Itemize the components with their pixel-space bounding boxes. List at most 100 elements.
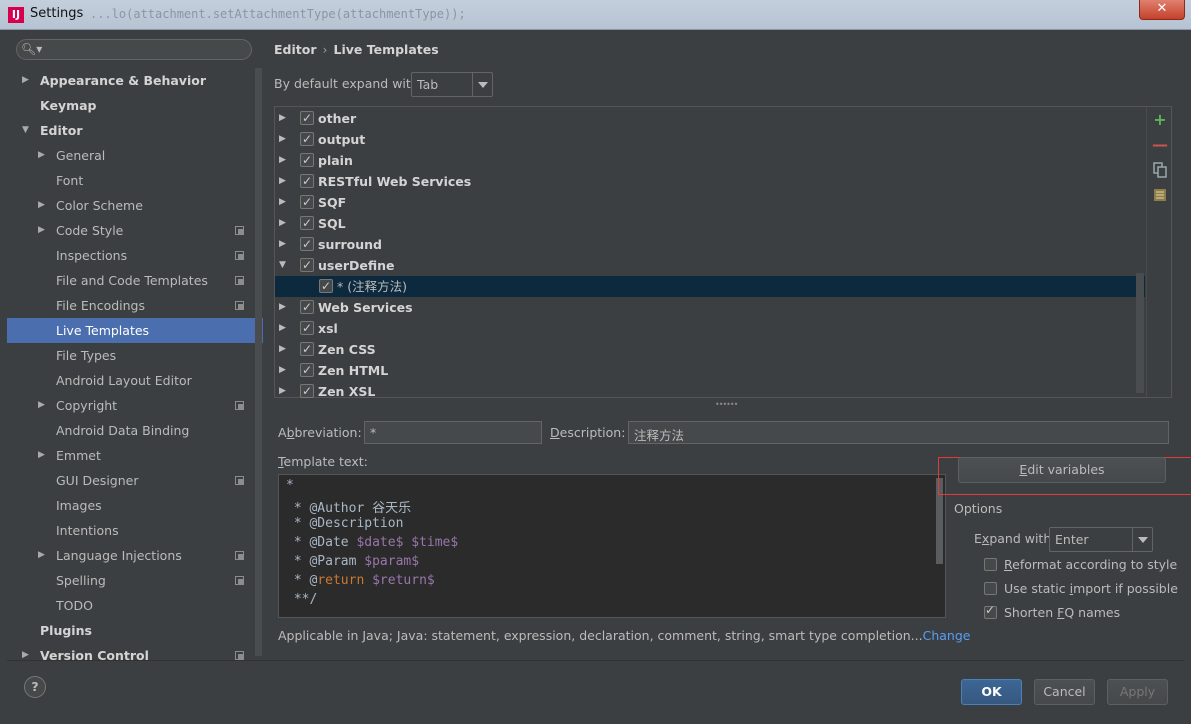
sidebar-item[interactable]: File Encodings — [7, 293, 263, 318]
sidebar-item[interactable]: Intentions — [7, 518, 263, 543]
template-enabled-checkbox[interactable] — [300, 255, 314, 276]
chevron-right-icon[interactable]: ▶ — [279, 192, 286, 213]
template-name: Zen CSS — [318, 342, 376, 357]
cancel-button[interactable]: Cancel — [1034, 679, 1095, 705]
sidebar-scrollbar[interactable] — [255, 68, 262, 656]
template-group[interactable]: ▶ Web Services — [275, 297, 1145, 318]
copy-icon[interactable] — [1152, 162, 1168, 178]
sidebar-item[interactable]: Spelling — [7, 568, 263, 593]
edit-variables-button[interactable]: Edit variables — [958, 457, 1166, 483]
chevron-right-icon[interactable]: ▶ — [38, 443, 45, 468]
template-item[interactable]: * (注释方法) — [275, 276, 1145, 297]
template-group[interactable]: ▶ output — [275, 129, 1145, 150]
sidebar-item[interactable]: GUI Designer — [7, 468, 263, 493]
chevron-right-icon[interactable]: ▶ — [38, 393, 45, 418]
template-group[interactable]: ▶ xsl — [275, 318, 1145, 339]
plus-icon[interactable]: + — [1152, 112, 1168, 129]
sidebar-item[interactable]: TODO — [7, 593, 263, 618]
template-text-editor[interactable]: * * @Author 谷天乐 * @Description * @Date $… — [278, 474, 946, 618]
chevron-down-icon[interactable]: ▼ — [22, 118, 29, 143]
sidebar-item[interactable]: Images — [7, 493, 263, 518]
chevron-right-icon[interactable]: ▶ — [38, 193, 45, 218]
template-enabled-checkbox[interactable] — [300, 129, 314, 150]
chevron-down-icon[interactable]: ▼ — [279, 255, 286, 276]
splitter-handle[interactable]: •••••• — [715, 400, 738, 409]
template-enabled-checkbox[interactable] — [300, 171, 314, 192]
template-group[interactable]: ▶ SQL — [275, 213, 1145, 234]
template-enabled-checkbox[interactable] — [300, 318, 314, 339]
sidebar-item[interactable]: ▶ Language Injections — [7, 543, 263, 568]
template-enabled-checkbox[interactable] — [300, 213, 314, 234]
template-group[interactable]: ▶ plain — [275, 150, 1145, 171]
template-enabled-checkbox[interactable] — [319, 276, 333, 297]
template-group[interactable]: ▶ SQF — [275, 192, 1145, 213]
default-expand-select[interactable]: Tab — [411, 72, 493, 97]
template-group[interactable]: ▶ Zen XSL — [275, 381, 1145, 402]
sidebar-item[interactable]: Font — [7, 168, 263, 193]
reformat-checkbox[interactable] — [984, 558, 997, 571]
template-group[interactable]: ▼ userDefine — [275, 255, 1145, 276]
chevron-right-icon[interactable]: ▶ — [279, 339, 286, 360]
template-enabled-checkbox[interactable] — [300, 360, 314, 381]
sidebar-item[interactable]: Keymap — [7, 93, 263, 118]
template-enabled-checkbox[interactable] — [300, 339, 314, 360]
sidebar-item[interactable]: Live Templates — [7, 318, 263, 343]
chevron-right-icon[interactable]: ▶ — [38, 143, 45, 168]
ok-button[interactable]: OK — [961, 679, 1022, 705]
chevron-right-icon[interactable]: ▶ — [279, 171, 286, 192]
chevron-right-icon[interactable]: ▶ — [279, 381, 286, 402]
sidebar-item[interactable]: File and Code Templates — [7, 268, 263, 293]
template-group[interactable]: ▶ surround — [275, 234, 1145, 255]
sidebar-item[interactable]: ▶ Copyright — [7, 393, 263, 418]
template-group[interactable]: ▶ RESTful Web Services — [275, 171, 1145, 192]
sidebar-item[interactable]: Inspections — [7, 243, 263, 268]
change-context-link[interactable]: Change — [923, 628, 971, 643]
chevron-right-icon[interactable]: ▶ — [38, 543, 45, 568]
sidebar-item[interactable]: ▶ Code Style — [7, 218, 263, 243]
chevron-right-icon[interactable]: ▶ — [279, 360, 286, 381]
sidebar-item[interactable]: ▶ Appearance & Behavior — [7, 68, 263, 93]
template-enabled-checkbox[interactable] — [300, 192, 314, 213]
template-tree-scrollbar[interactable] — [1136, 273, 1144, 393]
template-enabled-checkbox[interactable] — [300, 150, 314, 171]
chevron-right-icon[interactable]: ▶ — [279, 150, 286, 171]
template-enabled-checkbox[interactable] — [300, 108, 314, 129]
template-group[interactable]: ▶ other — [275, 108, 1145, 129]
help-button[interactable]: ? — [24, 676, 46, 698]
sidebar-item[interactable]: ▶ Color Scheme — [7, 193, 263, 218]
template-group[interactable]: ▶ Zen HTML — [275, 360, 1145, 381]
chevron-right-icon[interactable]: ▶ — [279, 108, 286, 129]
template-enabled-checkbox[interactable] — [300, 381, 314, 402]
settings-search-input[interactable]: 🔍︎▾ — [16, 39, 252, 60]
chevron-right-icon[interactable]: ▶ — [38, 218, 45, 243]
close-window-button[interactable]: ✕ — [1139, 0, 1185, 20]
sidebar-item[interactable]: Plugins — [7, 618, 263, 643]
chevron-right-icon[interactable]: ▶ — [279, 213, 286, 234]
static-import-label: Use static import if possible — [1004, 581, 1178, 596]
minus-icon[interactable]: — — [1152, 137, 1168, 154]
group-icon[interactable] — [1152, 187, 1168, 203]
sidebar-item[interactable]: File Types — [7, 343, 263, 368]
sidebar-item[interactable]: ▶ Version Control — [7, 643, 263, 660]
template-group[interactable]: ▶ Zen CSS — [275, 339, 1145, 360]
apply-button[interactable]: Apply — [1107, 679, 1168, 705]
chevron-right-icon[interactable]: ▶ — [279, 129, 286, 150]
chevron-right-icon[interactable]: ▶ — [279, 297, 286, 318]
sidebar-item[interactable]: Android Layout Editor — [7, 368, 263, 393]
sidebar-item[interactable]: Android Data Binding — [7, 418, 263, 443]
template-enabled-checkbox[interactable] — [300, 297, 314, 318]
sidebar-item[interactable]: ▶ Emmet — [7, 443, 263, 468]
sidebar-item[interactable]: ▶ General — [7, 143, 263, 168]
chevron-right-icon[interactable]: ▶ — [279, 234, 286, 255]
expand-with-select[interactable]: Enter — [1049, 527, 1153, 552]
static-import-checkbox[interactable] — [984, 582, 997, 595]
sidebar-item[interactable]: ▼ Editor — [7, 118, 263, 143]
shorten-fq-checkbox[interactable] — [984, 603, 997, 619]
chevron-right-icon[interactable]: ▶ — [22, 68, 29, 93]
chevron-right-icon[interactable]: ▶ — [22, 643, 29, 660]
abbreviation-field[interactable]: * — [364, 421, 542, 444]
template-name: userDefine — [318, 258, 395, 273]
chevron-right-icon[interactable]: ▶ — [279, 318, 286, 339]
template-enabled-checkbox[interactable] — [300, 234, 314, 255]
description-field[interactable]: 注释方法 — [628, 421, 1169, 444]
